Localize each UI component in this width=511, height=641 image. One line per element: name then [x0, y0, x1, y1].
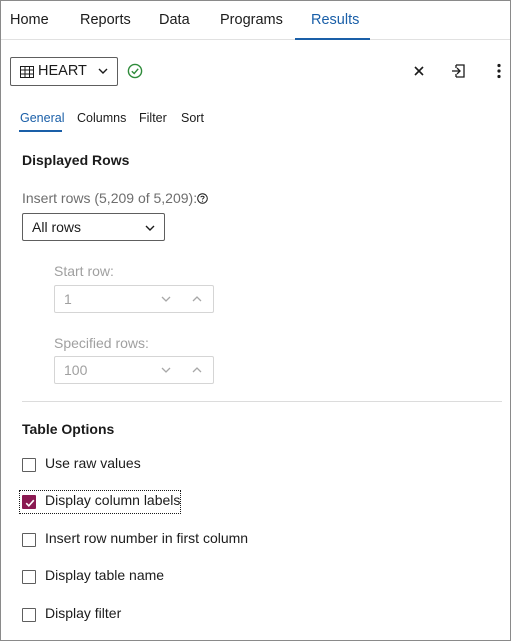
checkbox[interactable]: [22, 533, 36, 547]
checkbox[interactable]: [22, 458, 36, 472]
nav-results[interactable]: Results: [311, 1, 359, 39]
chevron-down-icon[interactable]: [160, 365, 172, 375]
tab-columns[interactable]: Columns: [77, 111, 126, 125]
table-selector[interactable]: HEART: [10, 57, 118, 86]
check-circle-icon: [127, 63, 143, 79]
check-icon: [25, 499, 35, 507]
table-name: HEART: [38, 63, 87, 79]
chevron-down-icon[interactable]: [160, 294, 172, 304]
export-icon[interactable]: [450, 62, 468, 80]
nav-reports[interactable]: Reports: [80, 1, 131, 39]
nav-programs[interactable]: Programs: [220, 1, 283, 39]
displayed-rows-heading: Displayed Rows: [22, 152, 130, 168]
start-row-value: 1: [64, 291, 72, 307]
specified-rows-label: Specified rows:: [54, 335, 149, 351]
option-label: Use raw values: [45, 455, 141, 471]
checkbox[interactable]: [22, 608, 36, 622]
insert-rows-value: All rows: [32, 219, 82, 235]
chevron-up-icon[interactable]: [191, 365, 203, 375]
checkbox[interactable]: [22, 570, 36, 584]
table-options-heading: Table Options: [22, 421, 115, 437]
section-divider: [22, 401, 502, 402]
more-vertical-icon[interactable]: [490, 62, 508, 80]
tab-sort[interactable]: Sort: [181, 111, 204, 125]
start-row-label: Start row:: [54, 263, 114, 279]
tab-filter[interactable]: Filter: [139, 111, 167, 125]
specified-rows-stepper[interactable]: 100: [54, 356, 214, 384]
nav-home[interactable]: Home: [10, 1, 49, 39]
nav-active-indicator: [295, 38, 370, 40]
chevron-down-icon: [98, 68, 108, 74]
option-label: Display column labels: [45, 492, 181, 508]
specified-rows-value: 100: [64, 362, 88, 378]
option-label: Insert row number in first column: [45, 530, 249, 546]
tab-general[interactable]: General: [20, 111, 64, 125]
tab-active-indicator: [19, 130, 62, 132]
insert-rows-label: Insert rows (5,209 of 5,209):: [22, 190, 198, 206]
nav-data[interactable]: Data: [159, 1, 190, 39]
start-row-stepper[interactable]: 1: [54, 285, 214, 313]
results-panel: Home Reports Data Programs Results HEART: [0, 0, 511, 641]
checkbox[interactable]: [22, 495, 36, 509]
table-icon: [20, 66, 34, 78]
help-icon[interactable]: [197, 193, 208, 204]
close-icon[interactable]: [410, 62, 428, 80]
chevron-down-icon: [145, 225, 155, 231]
chevron-up-icon[interactable]: [191, 294, 203, 304]
insert-rows-select[interactable]: All rows: [22, 213, 165, 241]
option-label: Display table name: [45, 567, 165, 583]
top-nav: Home Reports Data Programs Results: [1, 1, 510, 40]
option-label: Display filter: [45, 605, 122, 621]
